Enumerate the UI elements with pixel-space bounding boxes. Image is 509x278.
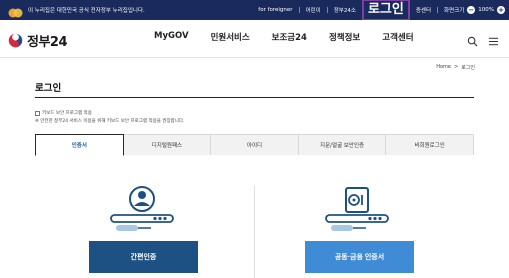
util-divider (437, 7, 439, 13)
zoom-label: 화면크기 (444, 8, 465, 14)
certificate-auth-icon (324, 184, 390, 234)
zoom-control: 화면크기 − 100% + (444, 6, 505, 14)
zoom-out-button[interactable]: − (467, 6, 476, 14)
keyboard-security-label: 키보드 보안 프로그램 적용 (42, 111, 92, 116)
logo-text: 정부24 (27, 35, 68, 50)
cert-center-link[interactable]: 증센터 (416, 6, 431, 14)
tab-non-member[interactable]: 비회원로그인 (385, 134, 474, 155)
zoom-value: 100% (478, 7, 494, 13)
kids-link[interactable]: 어린이 (306, 6, 321, 14)
nav-item-civil-service[interactable]: 민원서비스 (211, 31, 250, 43)
breadcrumb-separator: > (453, 64, 459, 70)
gov24-link[interactable]: 정부24소 (334, 6, 356, 14)
utility-menu: for foreigner 어린이 정부24소 로그인 증센터 화면크기 − 1… (258, 0, 505, 21)
util-divider (326, 7, 328, 13)
menu-icon[interactable] (488, 32, 499, 46)
nav-item-policy[interactable]: 정책정보 (329, 31, 360, 43)
nav-item-customer-center[interactable]: 고객센터 (382, 31, 413, 43)
gov-flag-icon (7, 4, 25, 18)
util-divider (298, 7, 300, 13)
main-nav: MyGOV 민원서비스 보조금24 정책정보 고객센터 (154, 31, 414, 43)
nav-item-mygov[interactable]: MyGOV (154, 31, 189, 43)
government-emblem-icon (8, 33, 23, 48)
search-icon[interactable] (467, 32, 478, 47)
joint-financial-cert-button[interactable]: 공동·금융 인증서 (305, 241, 414, 273)
keyboard-security-option[interactable]: 키보드 보안 프로그램 적용 (35, 110, 92, 116)
gov-banner-text: 이 누리집은 대한민국 공식 전자정부 누리집입니다. (28, 8, 145, 14)
page-title: 로그인 (35, 83, 62, 94)
breadcrumb-current: 로그인 (461, 65, 475, 71)
tab-certificate[interactable]: 인증서 (35, 134, 124, 156)
simple-auth-icon (109, 184, 175, 234)
panel-divider (254, 185, 255, 278)
foreigner-link[interactable]: for foreigner (258, 7, 292, 13)
simple-auth-button[interactable]: 간편인증 (89, 241, 198, 273)
login-link[interactable]: 로그인 (361, 0, 410, 21)
tab-id[interactable]: 아이디 (210, 134, 299, 155)
login-method-tabs: 인증서 디지털원패스 아이디 지문/얼굴 보안인증 비회원로그인 (35, 134, 474, 156)
gov-banner: 이 누리집은 대한민국 공식 전자정부 누리집입니다. for foreigne… (0, 0, 509, 21)
site-logo[interactable]: 정부24 (8, 31, 68, 50)
breadcrumb: Home > 로그인 (436, 64, 475, 71)
site-header: 정부24 MyGOV 민원서비스 보조금24 정책정보 고객센터 (0, 20, 509, 58)
security-note: ※ 안전한 정부24 서비스 이용을 위해 키보드 보안 프로그램 적용을 권장… (35, 119, 185, 124)
breadcrumb-home[interactable]: Home (436, 64, 451, 71)
tab-biometric[interactable]: 지문/얼굴 보안인증 (297, 134, 387, 155)
tab-digital-onepass[interactable]: 디지털원패스 (122, 134, 212, 155)
keyboard-security-checkbox[interactable] (35, 110, 40, 116)
zoom-in-button[interactable]: + (497, 6, 505, 14)
nav-item-subsidy24[interactable]: 보조금24 (272, 31, 307, 43)
header-actions (467, 32, 499, 47)
title-divider (35, 97, 474, 98)
